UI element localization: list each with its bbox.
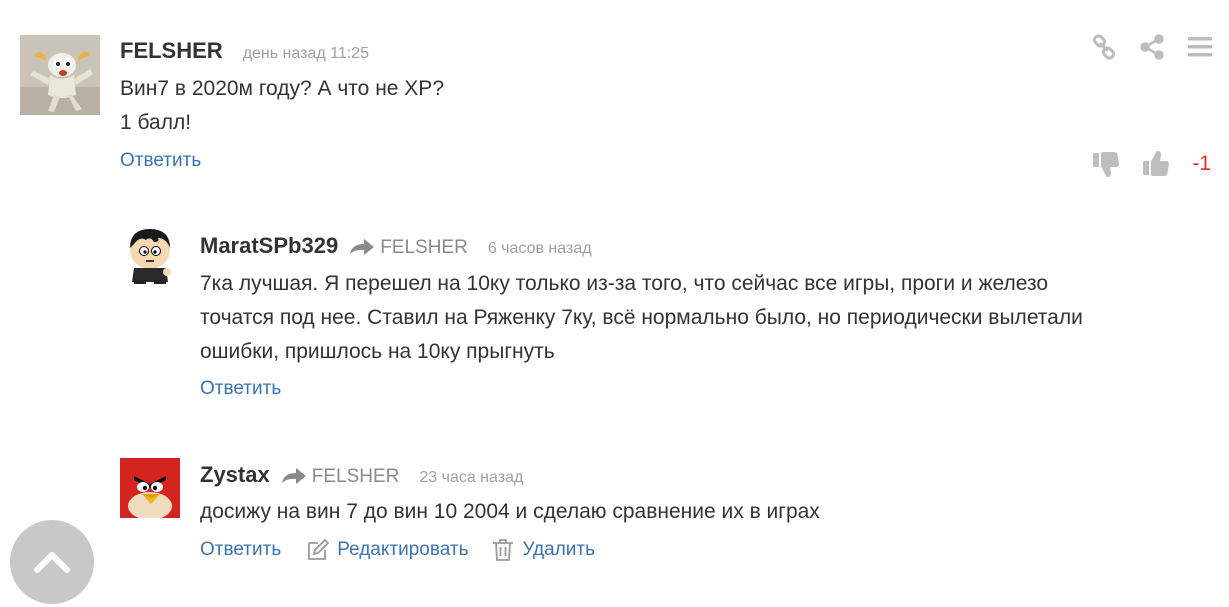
link-icon[interactable]: [1091, 34, 1117, 60]
author-name[interactable]: MaratSPb329: [200, 233, 338, 259]
author-name[interactable]: Zystax: [200, 462, 270, 488]
reply-arrow-icon: [350, 239, 375, 255]
edit-icon: [308, 538, 330, 560]
comment-actions: Ответить: [120, 150, 225, 172]
comment-header: MaratSPb329 FELSHER 6 часов назад: [200, 233, 592, 259]
edit-button[interactable]: Редактировать: [305, 538, 468, 562]
reply-to-name: FELSHER: [311, 466, 400, 487]
comment-text-line: точатся под нее. Ставил на Ряженку 7ку, …: [200, 306, 1083, 329]
chevron-up-icon: [34, 552, 70, 573]
comment-maratspb329: MaratSPb329 FELSHER 6 часов назад 7ка лу…: [0, 200, 1229, 430]
reply-to[interactable]: FELSHER: [281, 466, 400, 488]
comment-text-line: 7ка лучшая. Я перешел на 10ку только из-…: [200, 272, 1049, 295]
comment-actions: Ответить Редактировать Удалить: [200, 538, 619, 562]
comment-actions: Ответить: [200, 378, 305, 400]
scroll-to-top-button[interactable]: [10, 520, 94, 604]
comment-text-line: 1 балл!: [120, 111, 192, 134]
trash-icon: [493, 539, 514, 561]
comment-header: Zystax FELSHER 23 часа назад: [200, 462, 523, 488]
menu-icon[interactable]: [1187, 34, 1213, 60]
comment-text: досижу на вин 7 до вин 10 2004 и сделаю …: [200, 495, 820, 529]
red-angry-bird-avatar-icon: [120, 458, 180, 518]
share-icon[interactable]: [1139, 34, 1165, 60]
vote-controls: -1: [1070, 150, 1211, 178]
thumbs-down-icon[interactable]: [1092, 150, 1120, 178]
white-creature-avatar-icon: [20, 35, 100, 115]
comment-header: FELSHER день назад 11:25: [120, 38, 369, 64]
comment-time[interactable]: 23 часа назад: [419, 469, 523, 487]
reply-button[interactable]: Ответить: [200, 539, 281, 561]
reply-button[interactable]: Ответить: [120, 150, 201, 172]
delete-button[interactable]: Удалить: [492, 538, 595, 562]
reply-button[interactable]: Ответить: [200, 378, 281, 400]
reply-arrow-icon: [281, 468, 306, 484]
comment-tools: [1069, 34, 1213, 60]
comment-text: 7ка лучшая. Я перешел на 10ку только из-…: [200, 267, 1083, 369]
avatar-maratspb329[interactable]: [120, 224, 180, 284]
avatar-zystax[interactable]: [120, 458, 180, 518]
comment-text-line: досижу на вин 7 до вин 10 2004 и сделаю …: [200, 500, 820, 523]
author-name[interactable]: FELSHER: [120, 38, 223, 64]
thumbs-up-icon[interactable]: [1142, 150, 1170, 178]
comment-time[interactable]: день назад 11:25: [243, 45, 369, 63]
delete-label: Удалить: [522, 539, 596, 560]
avatar-felsher[interactable]: [20, 35, 100, 115]
cartoon-boy-avatar-icon: [120, 224, 180, 284]
comment-score: -1: [1192, 152, 1211, 175]
comment-felsher: FELSHER день назад 11:25 Вин7 в 2020м го…: [0, 0, 1229, 200]
comment-text-line: Вин7 в 2020м году? А что не XP?: [120, 77, 444, 100]
comment-text-line: ошибки, пришлось на 10ку прыгнуть: [200, 340, 555, 363]
edit-label: Редактировать: [337, 539, 469, 560]
reply-to[interactable]: FELSHER: [350, 237, 468, 259]
reply-to-name: FELSHER: [380, 237, 468, 258]
comment-zystax: Zystax FELSHER 23 часа назад досижу на в…: [0, 430, 1229, 607]
comment-text: Вин7 в 2020м году? А что не XP? 1 балл!: [120, 72, 444, 140]
comment-time[interactable]: 6 часов назад: [488, 240, 592, 258]
